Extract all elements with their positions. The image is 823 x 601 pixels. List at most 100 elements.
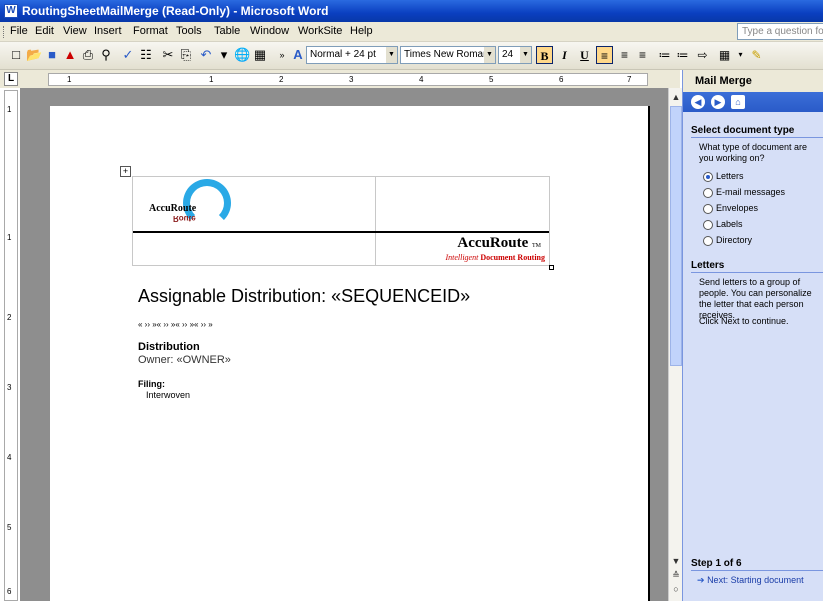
new-document-icon[interactable]: □ <box>8 47 24 63</box>
ruler-number: 5 <box>7 523 12 532</box>
cut-icon[interactable]: ✂ <box>160 47 176 63</box>
styles-icon[interactable]: A <box>290 47 306 63</box>
menu-format[interactable]: Format <box>133 25 168 37</box>
table-icon[interactable]: ▦ <box>252 47 268 63</box>
ruler-number: 7 <box>627 75 632 84</box>
undo-dropdown-icon[interactable]: ▾ <box>216 47 232 63</box>
merge-fields-line: « ›› »« ›› »« ›› »« ›› » <box>138 320 213 329</box>
section-divider <box>691 137 823 138</box>
bold-button[interactable]: B <box>536 46 553 64</box>
option-envelopes[interactable]: Envelopes <box>703 203 758 214</box>
window-title: RoutingSheetMailMerge (Read-Only) - Micr… <box>22 4 329 18</box>
filing-value: Interwoven <box>146 390 191 400</box>
spelling-icon[interactable]: ✓ <box>120 47 136 63</box>
table-move-handle-icon[interactable]: + <box>120 166 131 177</box>
save-icon[interactable]: ■ <box>44 47 60 63</box>
menu-window[interactable]: Window <box>250 25 289 37</box>
ruler-number: 5 <box>489 75 494 84</box>
menu-worksite[interactable]: WorkSite <box>298 25 342 37</box>
horizontal-ruler[interactable]: 1 1 2 3 4 5 6 7 <box>48 73 648 86</box>
header-table[interactable]: AccuRoute Route AccuRoute TM Intelligent… <box>132 176 550 266</box>
font-size-select[interactable]: 24 ▼ <box>498 46 532 64</box>
underline-button[interactable]: U <box>576 46 593 64</box>
task-pane-nav: ◀ ▶ ⌂ <box>683 92 823 112</box>
align-left-icon[interactable]: ≡ <box>596 46 613 64</box>
option-labels[interactable]: Labels <box>703 219 743 230</box>
forward-icon[interactable]: ▶ <box>711 95 725 109</box>
menu-help[interactable]: Help <box>350 25 373 37</box>
title-bar: W RoutingSheetMailMerge (Read-Only) - Mi… <box>0 0 823 22</box>
numbering-icon[interactable]: ≔ <box>656 46 673 64</box>
scroll-up-icon[interactable]: ▲ <box>670 90 682 104</box>
ask-question-input[interactable]: Type a question for <box>737 23 823 40</box>
bullets-icon[interactable]: ≔ <box>674 46 691 64</box>
font-size-value: 24 <box>502 49 514 60</box>
menu-file[interactable]: File <box>10 25 28 37</box>
option-label: Envelopes <box>716 203 759 213</box>
section-divider <box>691 570 823 571</box>
print-preview-icon[interactable]: ⚲ <box>98 47 114 63</box>
next-step-link[interactable]: ➔ Next: Starting document <box>697 575 804 586</box>
continue-hint: Click Next to continue. <box>699 316 789 326</box>
back-icon[interactable]: ◀ <box>691 95 705 109</box>
logo-mirror-text: Route <box>173 214 196 223</box>
radio-icon <box>703 235 713 246</box>
toolbar-options-icon[interactable]: » <box>274 47 290 63</box>
home-icon[interactable]: ⌂ <box>731 95 745 109</box>
ruler-number: 2 <box>279 75 284 84</box>
font-value: Times New Roman <box>404 49 489 60</box>
ruler-number: 1 <box>7 105 12 114</box>
letters-heading: Letters <box>691 260 725 271</box>
vertical-scrollbar[interactable]: ▲ ▼ ≙ ○ <box>668 88 682 601</box>
owner-line: Owner: «OWNER» <box>138 354 231 366</box>
previous-page-icon[interactable]: ≙ <box>670 568 682 582</box>
table-divider <box>375 177 376 265</box>
tagline-bold: Document Routing <box>480 253 545 262</box>
ruler-number: 4 <box>7 453 12 462</box>
chevron-down-icon: ▼ <box>484 47 495 63</box>
research-icon[interactable]: ☷ <box>138 47 154 63</box>
italic-button[interactable]: I <box>556 46 573 64</box>
option-email[interactable]: E-mail messages <box>703 187 785 198</box>
undo-icon[interactable]: ↶ <box>198 47 214 63</box>
logo-text: AccuRoute <box>149 203 197 214</box>
font-select[interactable]: Times New Roman ▼ <box>400 46 496 64</box>
open-folder-icon[interactable]: 📂 <box>26 47 42 63</box>
menu-insert[interactable]: Insert <box>94 25 122 37</box>
brand-name: AccuRoute TM <box>457 235 541 252</box>
option-letters[interactable]: Letters <box>703 171 744 182</box>
hyperlink-icon[interactable]: 🌐 <box>234 47 250 63</box>
ruler-number: 3 <box>7 383 12 392</box>
paste-icon[interactable]: ⎘ <box>178 47 194 63</box>
vertical-ruler[interactable]: 1 1 2 3 4 5 6 <box>4 90 18 601</box>
radio-icon <box>703 219 713 230</box>
menu-tools[interactable]: Tools <box>176 25 202 37</box>
menu-table[interactable]: Table <box>214 25 240 37</box>
step-indicator: Step 1 of 6 <box>691 558 742 569</box>
menu-edit[interactable]: Edit <box>35 25 54 37</box>
header-rule <box>133 231 549 233</box>
toolbar: □ 📂 ■ ▲ ⎙ ⚲ ✓ ☷ ✂ ⎘ ↶ ▾ 🌐 ▦ » A Normal +… <box>0 42 823 70</box>
print-icon[interactable]: ⎙ <box>80 47 96 63</box>
indent-icon[interactable]: ⇨ <box>694 46 711 64</box>
scroll-down-icon[interactable]: ▼ <box>670 554 682 568</box>
align-center-icon[interactable]: ≡ <box>616 46 633 64</box>
option-label: Labels <box>716 219 743 229</box>
align-right-icon[interactable]: ≡ <box>634 46 651 64</box>
select-type-question: What type of document are you working on… <box>699 142 808 163</box>
task-pane-body: Select document type What type of docume… <box>683 112 823 601</box>
menu-view[interactable]: View <box>63 25 87 37</box>
select-browse-object-icon[interactable]: ○ <box>670 582 682 596</box>
borders-dropdown-icon[interactable]: ▾ <box>732 46 749 64</box>
trademark: TM <box>532 243 541 249</box>
permission-icon[interactable]: ▲ <box>62 47 78 63</box>
style-select[interactable]: Normal + 24 pt ▼ <box>306 46 398 64</box>
scroll-thumb[interactable] <box>670 106 682 366</box>
highlight-icon[interactable]: ✎ <box>748 46 765 64</box>
chevron-down-icon: ▼ <box>520 47 531 63</box>
brand-tagline: Intelligent Document Routing <box>445 253 545 262</box>
borders-icon[interactable]: ▦ <box>716 46 733 64</box>
table-resize-handle[interactable] <box>549 265 554 270</box>
option-directory[interactable]: Directory <box>703 235 752 246</box>
tab-selector-button[interactable]: L <box>4 72 18 86</box>
